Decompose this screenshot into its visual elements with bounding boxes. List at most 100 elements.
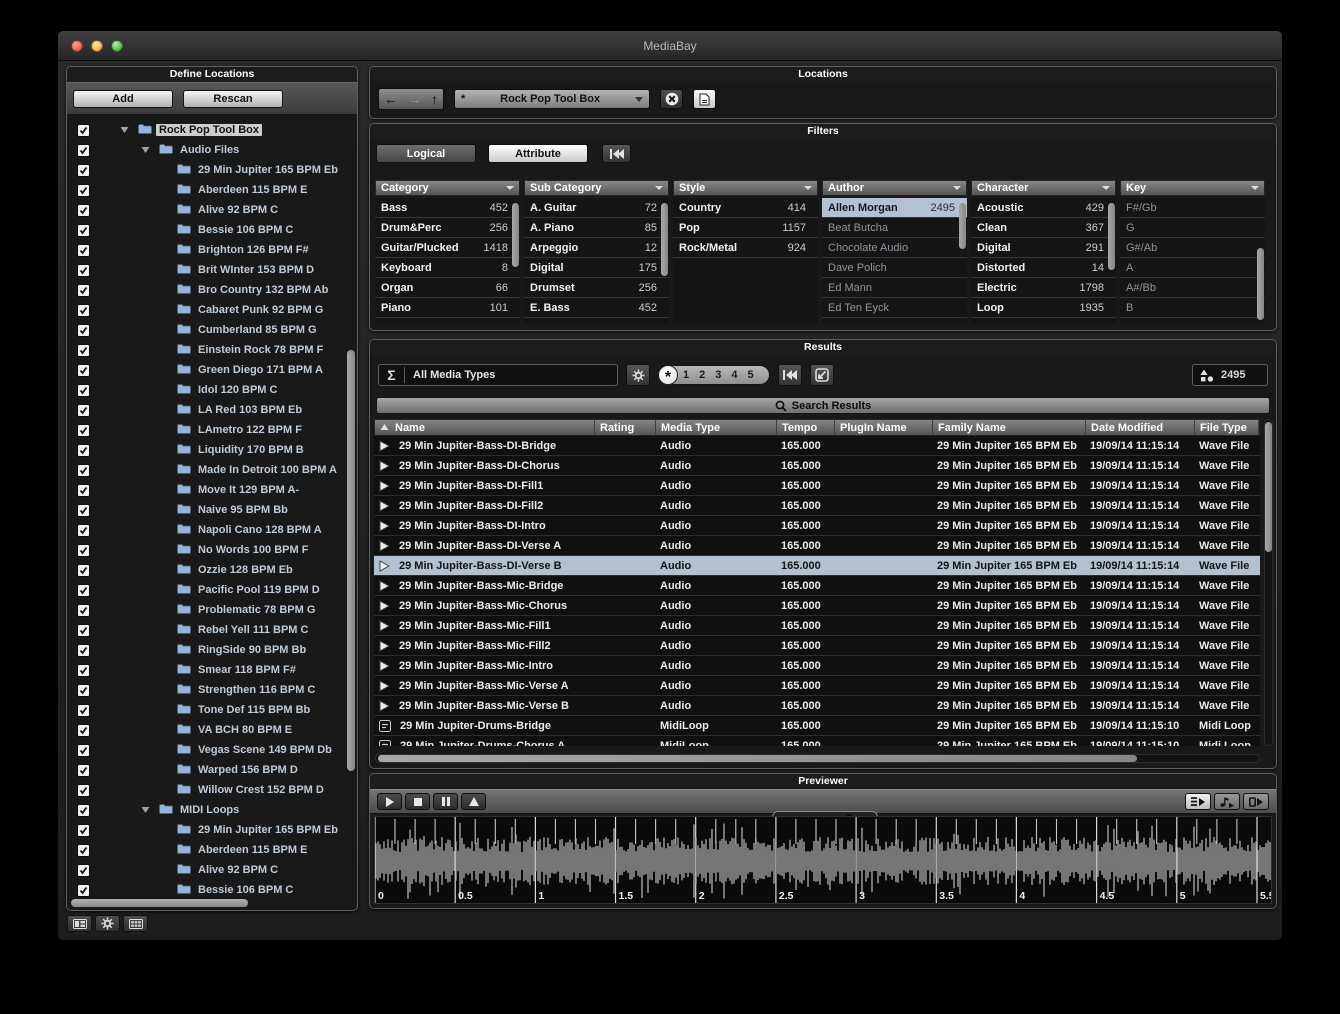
tree-item[interactable]: Aberdeen 115 BPM E (68, 840, 347, 860)
result-row[interactable]: 29 Min Jupiter-Bass-Mic-BridgeAudio165.0… (374, 576, 1260, 596)
filter-column-header[interactable]: Author (822, 180, 967, 196)
media-type-select[interactable]: Σ All Media Types (378, 364, 618, 386)
tree-item[interactable]: Tone Def 115 BPM Bb (68, 700, 347, 720)
result-row[interactable]: 29 Min Jupiter-Bass-DI-BridgeAudio165.00… (374, 436, 1260, 456)
filter-column-header[interactable]: Key (1120, 180, 1265, 196)
column-header-date-modified[interactable]: Date Modified (1086, 420, 1195, 435)
add-location-button[interactable]: Add (73, 90, 173, 108)
filter-value-row[interactable]: Acoustic429 (971, 198, 1116, 218)
checkbox-checked[interactable] (77, 204, 90, 217)
remove-location-button[interactable] (660, 89, 683, 109)
play-in-project-context-button[interactable] (1243, 793, 1269, 810)
filter-column-header[interactable]: Category (375, 180, 520, 196)
tree-item[interactable]: VA BCH 80 BPM E (68, 720, 347, 740)
play-button[interactable] (377, 793, 402, 810)
settings-gear-button[interactable] (95, 915, 120, 932)
tree-item[interactable]: Audio Files (68, 140, 347, 160)
checkbox-checked[interactable] (77, 704, 90, 717)
filter-scrollbar[interactable] (1108, 199, 1115, 322)
result-row[interactable]: 29 Min Jupiter-Bass-Mic-IntroAudio165.00… (374, 656, 1260, 676)
tree-item[interactable]: RingSide 90 BPM Bb (68, 640, 347, 660)
play-in-midi-context-button[interactable] (1214, 793, 1240, 810)
checkbox-checked[interactable] (77, 804, 90, 817)
checkbox-checked[interactable] (77, 384, 90, 397)
column-header-rating[interactable]: Rating (595, 420, 656, 435)
filter-value-row[interactable]: Loop1935 (971, 298, 1116, 318)
filter-value-row[interactable]: Piano101 (375, 298, 520, 318)
column-header-file-type[interactable]: File Type (1195, 420, 1259, 435)
tree-item[interactable]: Green Diego 171 BPM A (68, 360, 347, 380)
column-header-family-name[interactable]: Family Name (933, 420, 1086, 435)
checkbox-checked[interactable] (77, 124, 90, 137)
filter-value-row[interactable]: A#/Bb (1120, 278, 1265, 298)
results-table-header[interactable]: NameRatingMedia TypeTempoPlugIn NameFami… (374, 419, 1260, 436)
disclosure-triangle-icon[interactable] (120, 126, 138, 134)
tree-item[interactable]: Bro Country 132 BPM Ab (68, 280, 347, 300)
checkbox-checked[interactable] (77, 184, 90, 197)
checkbox-checked[interactable] (77, 244, 90, 257)
checkbox-checked[interactable] (77, 564, 90, 577)
checkbox-checked[interactable] (77, 404, 90, 417)
back-arrow-button[interactable]: ← (384, 89, 398, 109)
tree-item[interactable]: 29 Min Jupiter 165 BPM Eb (68, 160, 347, 180)
tree-item[interactable]: Strengthen 116 BPM C (68, 680, 347, 700)
checkbox-checked[interactable] (77, 304, 90, 317)
filter-value-row[interactable]: Arpeggio12 (524, 238, 669, 258)
rating-filter[interactable]: * 12345 (658, 365, 770, 385)
tree-item[interactable]: MIDI Loops (68, 800, 347, 820)
tree-item[interactable]: LA Red 103 BPM Eb (68, 400, 347, 420)
reset-result-filters-button[interactable] (778, 364, 802, 386)
filter-value-row[interactable]: Ed Mann (822, 278, 967, 298)
checkbox-checked[interactable] (77, 824, 90, 837)
checkbox-checked[interactable] (77, 784, 90, 797)
filter-scrollbar[interactable] (512, 199, 519, 322)
result-row[interactable]: 29 Min Jupiter-Bass-Mic-Verse BAudio165.… (374, 696, 1260, 716)
filter-value-row[interactable]: G#/Ab (1120, 238, 1265, 258)
tree-item[interactable]: Aberdeen 115 BPM E (68, 180, 347, 200)
tree-item[interactable]: Cabaret Punk 92 BPM G (68, 300, 347, 320)
result-row[interactable]: 29 Min Jupiter-Bass-DI-Verse AAudio165.0… (374, 536, 1260, 556)
disclosure-triangle-icon[interactable] (141, 806, 159, 814)
forward-arrow-button[interactable]: → (407, 89, 421, 109)
results-vertical-scrollbar[interactable] (1264, 419, 1273, 746)
result-row[interactable]: 29 Min Jupiter-Bass-Mic-ChorusAudio165.0… (374, 596, 1260, 616)
filter-value-row[interactable]: Beat Butcha (822, 218, 967, 238)
checkbox-checked[interactable] (77, 144, 90, 157)
checkbox-checked[interactable] (77, 684, 90, 697)
pause-button[interactable] (433, 793, 458, 810)
locations-tree[interactable]: Rock Pop Tool BoxAudio Files29 Min Jupit… (68, 116, 347, 897)
waveform-display[interactable]: 00.511.522.533.544.555.5 (374, 816, 1272, 904)
up-arrow-button[interactable]: ↑ (431, 89, 438, 109)
column-header-name[interactable]: Name (375, 420, 595, 435)
tree-item[interactable]: No Words 100 BPM F (68, 540, 347, 560)
checkbox-checked[interactable] (77, 464, 90, 477)
rating-any-button[interactable]: * (658, 365, 678, 385)
rating-number-button[interactable]: 3 (710, 369, 726, 381)
checkbox-checked[interactable] (77, 644, 90, 657)
tree-item[interactable]: Liquidity 170 BPM B (68, 440, 347, 460)
checkbox-checked[interactable] (77, 504, 90, 517)
checkbox-checked[interactable] (77, 164, 90, 177)
tree-item[interactable]: Bessie 106 BPM C (68, 220, 347, 240)
logical-tab[interactable]: Logical (376, 144, 476, 163)
tree-item[interactable]: Made In Detroit 100 BPM A (68, 460, 347, 480)
filter-value-row[interactable]: Country414 (673, 198, 818, 218)
checkbox-checked[interactable] (77, 764, 90, 777)
filter-value-row[interactable]: Drumset256 (524, 278, 669, 298)
checkbox-checked[interactable] (77, 884, 90, 897)
checkbox-checked[interactable] (77, 264, 90, 277)
filter-value-row[interactable]: Distorted14 (971, 258, 1116, 278)
stop-button[interactable] (405, 793, 430, 810)
checkbox-checked[interactable] (77, 724, 90, 737)
tree-item[interactable]: Idol 120 BPM C (68, 380, 347, 400)
reset-filters-button[interactable] (602, 144, 631, 163)
checkbox-checked[interactable] (77, 524, 90, 537)
tree-item[interactable]: Rock Pop Tool Box (68, 120, 347, 140)
tree-item[interactable]: Vegas Scene 149 BPM Db (68, 740, 347, 760)
checkbox-checked[interactable] (77, 844, 90, 857)
checkbox-checked[interactable] (77, 444, 90, 457)
tree-item[interactable]: Ozzie 128 BPM Eb (68, 560, 347, 580)
filter-value-row[interactable]: Guitar/Plucked1418 (375, 238, 520, 258)
results-setup-button[interactable] (626, 364, 650, 386)
filter-value-row[interactable]: Dave Polich (822, 258, 967, 278)
